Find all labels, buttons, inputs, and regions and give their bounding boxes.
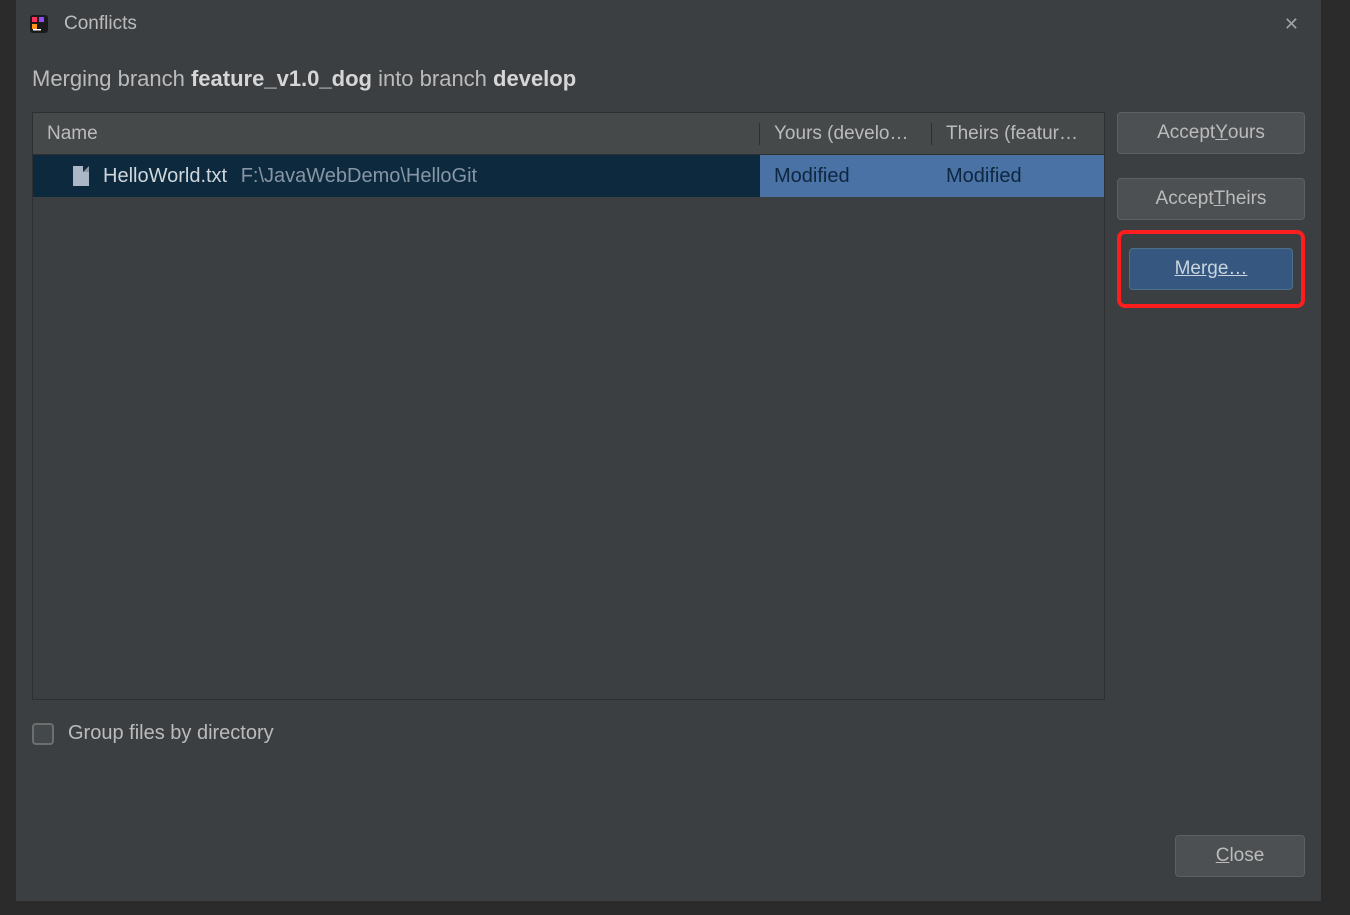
filepath: F:\JavaWebDemo\HelloGit bbox=[241, 165, 477, 188]
merge-prefix: Merging branch bbox=[32, 66, 191, 91]
bottom-row: Close bbox=[16, 835, 1321, 901]
btn-mn: T bbox=[1214, 188, 1226, 210]
file-icon bbox=[73, 166, 89, 186]
app-icon bbox=[30, 15, 48, 33]
group-files-label: Group files by directory bbox=[68, 722, 274, 745]
branch-from: feature_v1.0_dog bbox=[191, 66, 372, 91]
conflicts-dialog: Conflicts ✕ Merging branch feature_v1.0_… bbox=[16, 0, 1321, 901]
accept-theirs-button[interactable]: Accept Theirs bbox=[1117, 178, 1305, 220]
th-yours[interactable]: Yours (develo… bbox=[760, 123, 932, 145]
btn-label-post: heirs bbox=[1225, 188, 1266, 210]
table-body: HelloWorld.txt F:\JavaWebDemo\HelloGit M… bbox=[33, 155, 1104, 699]
dialog-title: Conflicts bbox=[64, 13, 1276, 35]
titlebar: Conflicts ✕ bbox=[16, 0, 1321, 48]
th-theirs[interactable]: Theirs (featur… bbox=[932, 123, 1104, 145]
btn-label-post: ours bbox=[1228, 122, 1265, 144]
group-files-checkbox[interactable] bbox=[32, 723, 54, 745]
btn-mn: Y bbox=[1215, 122, 1228, 144]
th-name[interactable]: Name bbox=[33, 123, 760, 145]
close-button[interactable]: Close bbox=[1175, 835, 1305, 877]
merge-message: Merging branch feature_v1.0_dog into bra… bbox=[16, 48, 1321, 112]
table-row[interactable]: HelloWorld.txt F:\JavaWebDemo\HelloGit M… bbox=[33, 155, 1104, 197]
footer-row: Group files by directory bbox=[16, 700, 1321, 745]
btn-label-pre: Accept bbox=[1157, 122, 1215, 144]
cell-theirs: Modified bbox=[932, 155, 1104, 197]
btn-mn: M bbox=[1175, 258, 1191, 279]
close-icon[interactable]: ✕ bbox=[1276, 10, 1307, 39]
branch-to: develop bbox=[493, 66, 576, 91]
cell-yours: Modified bbox=[760, 155, 932, 197]
accept-yours-button[interactable]: Accept Yours bbox=[1117, 112, 1305, 154]
cell-name: HelloWorld.txt F:\JavaWebDemo\HelloGit bbox=[33, 155, 760, 197]
btn-label-post: erge… bbox=[1190, 258, 1247, 279]
conflicts-table: Name Yours (develo… Theirs (featur… Hell… bbox=[32, 112, 1105, 700]
btn-label-post: lose bbox=[1229, 845, 1264, 867]
btn-label-pre: Accept bbox=[1156, 188, 1214, 210]
merge-button[interactable]: Merge… bbox=[1129, 248, 1293, 290]
side-buttons: Accept Yours Accept Theirs Merge… bbox=[1105, 112, 1305, 700]
body-row: Name Yours (develo… Theirs (featur… Hell… bbox=[16, 112, 1321, 700]
merge-middle: into branch bbox=[372, 66, 493, 91]
filename: HelloWorld.txt bbox=[103, 165, 227, 188]
merge-highlight: Merge… bbox=[1117, 230, 1305, 308]
btn-mn: C bbox=[1216, 845, 1230, 867]
table-header: Name Yours (develo… Theirs (featur… bbox=[33, 113, 1104, 155]
